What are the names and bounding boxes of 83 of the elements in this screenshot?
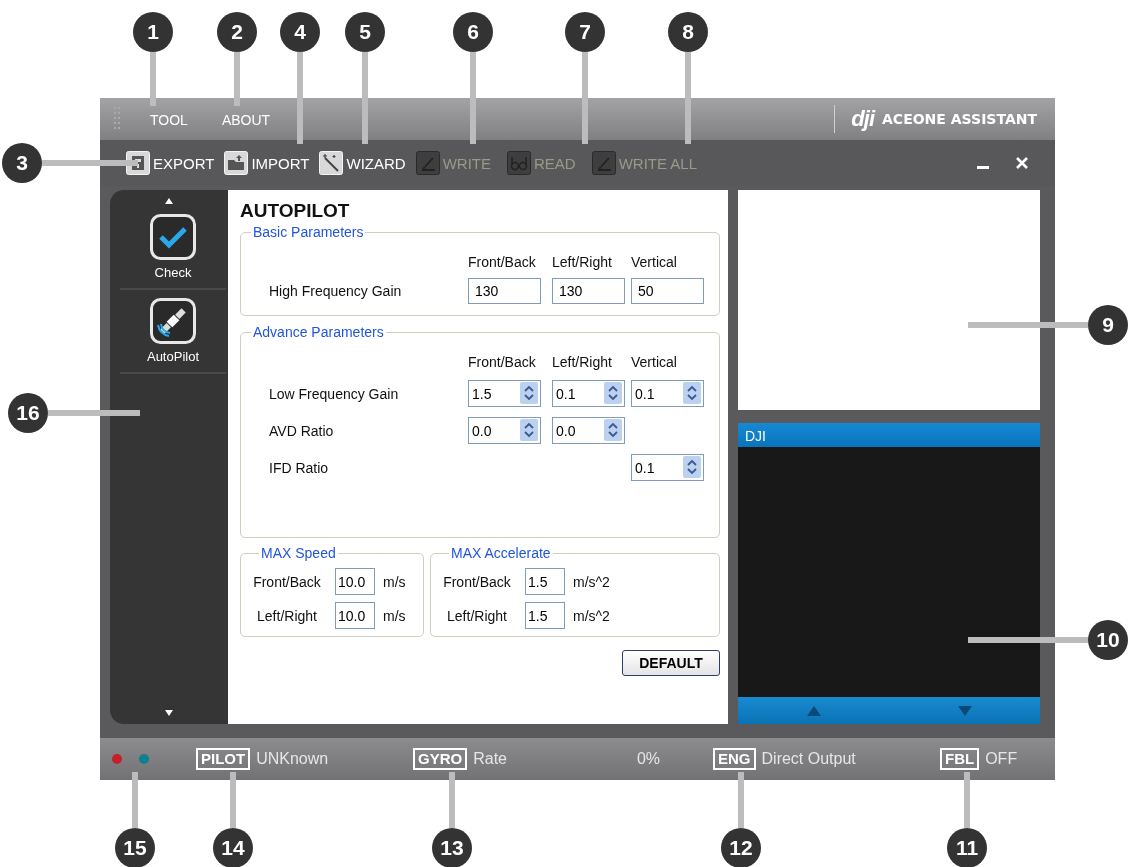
- field-label: High Frequency Gain: [269, 283, 403, 299]
- app-title: ACEONE ASSISTANT: [882, 111, 1037, 127]
- status-value: Direct Output: [761, 750, 856, 768]
- group-title: Advance Parameters: [252, 324, 385, 340]
- column-header: Vertical: [631, 254, 678, 270]
- pen-icon: [591, 151, 616, 175]
- callout-number: 3: [2, 143, 42, 183]
- pen-icon: [415, 151, 440, 175]
- unit-label: m/s: [383, 607, 406, 624]
- toolbar-button[interactable]: IMPORT: [224, 151, 310, 175]
- callout-number: 1: [133, 12, 173, 52]
- callout-number: 8: [668, 12, 708, 52]
- column-header: Front/Back: [468, 254, 537, 270]
- glasses-icon: [506, 151, 531, 175]
- scroll-down-icon: [165, 710, 173, 716]
- field-label: AVD Ratio: [269, 422, 335, 439]
- column-header: Vertical: [631, 354, 678, 370]
- scroll-up-icon: [165, 198, 173, 204]
- status-tag: ENG: [713, 748, 756, 770]
- spinner-arrows-icon: [604, 382, 622, 404]
- number-field[interactable]: 130: [552, 278, 625, 304]
- status-tag: FBL: [940, 748, 980, 770]
- field-label: IFD Ratio: [269, 459, 330, 476]
- field-label: Front/Back: [252, 573, 322, 590]
- callout-number: 12: [721, 828, 761, 867]
- column-header: Left/Right: [552, 254, 613, 270]
- satellite-icon: [150, 298, 196, 344]
- number-field[interactable]: 1.5: [525, 568, 565, 595]
- field-label: Front/Back: [442, 573, 512, 590]
- field-label: Low Frequency Gain: [269, 385, 400, 402]
- callout-number: 11: [947, 828, 987, 867]
- spinner-arrows-icon: [683, 456, 701, 478]
- callout-number: 14: [213, 828, 253, 867]
- callout-number: 5: [345, 12, 385, 52]
- logo-mark: dji: [851, 106, 875, 132]
- callout-number: 15: [115, 828, 155, 867]
- callout-number: 4: [280, 12, 320, 52]
- field-label: Left/Right: [256, 607, 318, 624]
- unit-label: m/s^2: [573, 607, 610, 624]
- callout-number: 13: [432, 828, 472, 867]
- callout-number: 9: [1088, 305, 1128, 345]
- field-label: Left/Right: [446, 607, 508, 624]
- scroll-down-icon: [957, 705, 972, 716]
- status-value: Rate: [473, 750, 507, 768]
- callout-number: 7: [565, 12, 605, 52]
- checkmark-icon: [150, 214, 196, 260]
- status-value: UNKnown: [256, 750, 329, 768]
- number-field[interactable]: 130: [468, 278, 541, 304]
- unit-label: m/s^2: [573, 573, 610, 590]
- sidebar-item[interactable]: Check: [120, 206, 226, 290]
- group-title: MAX Speed: [260, 545, 337, 561]
- scroll-up-icon: [806, 705, 821, 716]
- minimize-icon: [977, 165, 989, 169]
- number-field[interactable]: 10.0: [335, 602, 375, 629]
- callout-number: 10: [1088, 620, 1128, 660]
- folder-icon: [224, 151, 249, 175]
- callout-number: 2: [217, 12, 257, 52]
- spinner-arrows-icon: [604, 419, 622, 441]
- console-header: DJI: [738, 423, 1040, 447]
- status-tag: PILOT: [196, 748, 251, 770]
- status-value: OFF: [985, 750, 1018, 768]
- status-reading: 0%: [636, 750, 660, 768]
- number-field[interactable]: 50: [631, 278, 704, 304]
- close-icon: [1015, 156, 1029, 170]
- number-field[interactable]: 1.5: [525, 602, 565, 629]
- grip-icon: [114, 107, 120, 131]
- wand-icon: [319, 151, 344, 175]
- column-header: Front/Back: [468, 354, 537, 370]
- unit-label: m/s: [383, 573, 406, 590]
- panel-title: AUTOPILOT: [240, 200, 351, 222]
- spinner-arrows-icon: [520, 419, 538, 441]
- column-header: Left/Right: [552, 354, 613, 370]
- spinner-arrows-icon: [520, 382, 538, 404]
- callout-number: 16: [8, 393, 48, 433]
- group-title: Basic Parameters: [252, 224, 365, 240]
- default-button[interactable]: DEFAULT: [622, 650, 720, 676]
- number-field[interactable]: 10.0: [335, 568, 375, 595]
- group-title: MAX Accelerate: [450, 545, 552, 561]
- status-tag: GYRO: [413, 748, 468, 770]
- callout-number: 6: [453, 12, 493, 52]
- sidebar-item[interactable]: AutoPilot: [120, 290, 226, 374]
- spinner-arrows-icon: [683, 382, 701, 404]
- toolbar-button[interactable]: WIZARD: [319, 151, 406, 175]
